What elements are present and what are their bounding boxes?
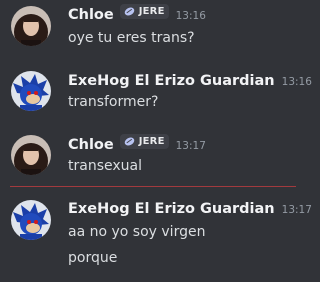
username[interactable]: ExeHog El Erizo Guardian xyxy=(68,73,275,89)
sparkle-tag-icon xyxy=(124,137,134,146)
message-text: transformer? xyxy=(68,94,159,110)
message-text: transexual xyxy=(68,158,142,174)
new-messages-divider xyxy=(10,186,296,187)
username[interactable]: Chloe xyxy=(68,137,114,153)
timestamp[interactable]: 13:16 xyxy=(176,10,206,22)
timestamp[interactable]: 13:16 xyxy=(282,76,312,88)
user-avatar[interactable] xyxy=(11,71,51,111)
message: ExeHog El Erizo Guardian 13:16 transform… xyxy=(0,60,312,120)
user-avatar[interactable] xyxy=(11,200,51,240)
username[interactable]: Chloe xyxy=(68,7,114,23)
timestamp[interactable]: 13:17 xyxy=(282,204,312,216)
guild-tag-label: JERE xyxy=(138,6,165,17)
guild-tag-label: JERE xyxy=(138,136,165,147)
timestamp[interactable]: 13:17 xyxy=(176,140,206,152)
message: ExeHog El Erizo Guardian 13:17 aa no yo … xyxy=(0,192,312,282)
message-text: oye tu eres trans? xyxy=(68,30,195,46)
message-text: porque xyxy=(68,250,118,266)
username[interactable]: ExeHog El Erizo Guardian xyxy=(68,201,275,217)
user-avatar[interactable] xyxy=(11,135,51,175)
message-text: aa no yo soy virgen xyxy=(68,224,206,240)
guild-tag[interactable]: JERE xyxy=(119,4,169,19)
user-avatar[interactable] xyxy=(11,6,51,46)
guild-tag[interactable]: JERE xyxy=(119,134,169,149)
message: Chloe JERE 13:17 transexual xyxy=(0,128,296,186)
message: Chloe JERE 13:16 oye tu eres trans? xyxy=(0,0,296,60)
sparkle-tag-icon xyxy=(124,7,134,16)
